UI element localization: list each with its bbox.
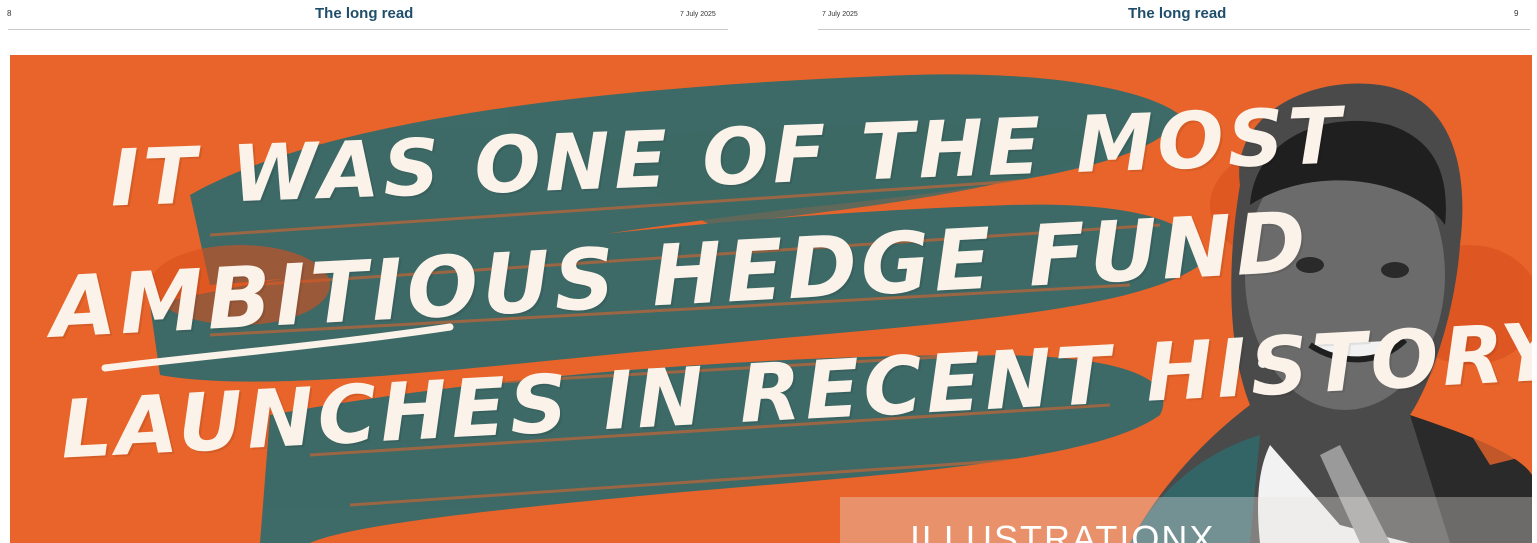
illustration-credit: ILLUSTRATIONX — [910, 518, 1216, 543]
left-section-title: The long read — [315, 5, 414, 22]
left-header-rule — [8, 29, 728, 30]
right-header-rule — [818, 29, 1530, 30]
page-header: 8 The long read 7 July 2025 7 July 2025 … — [0, 0, 1537, 32]
right-section-title: The long read — [1128, 5, 1227, 22]
illustration-panel: It was one of the most ambitious hedge f… — [10, 55, 1532, 543]
left-page-number: 8 — [7, 9, 12, 18]
left-date: 7 July 2025 — [680, 11, 716, 18]
right-date: 7 July 2025 — [822, 11, 858, 18]
headline-lettering: It was one of the most ambitious hedge f… — [48, 91, 1532, 476]
right-page-number: 9 — [1514, 9, 1519, 18]
